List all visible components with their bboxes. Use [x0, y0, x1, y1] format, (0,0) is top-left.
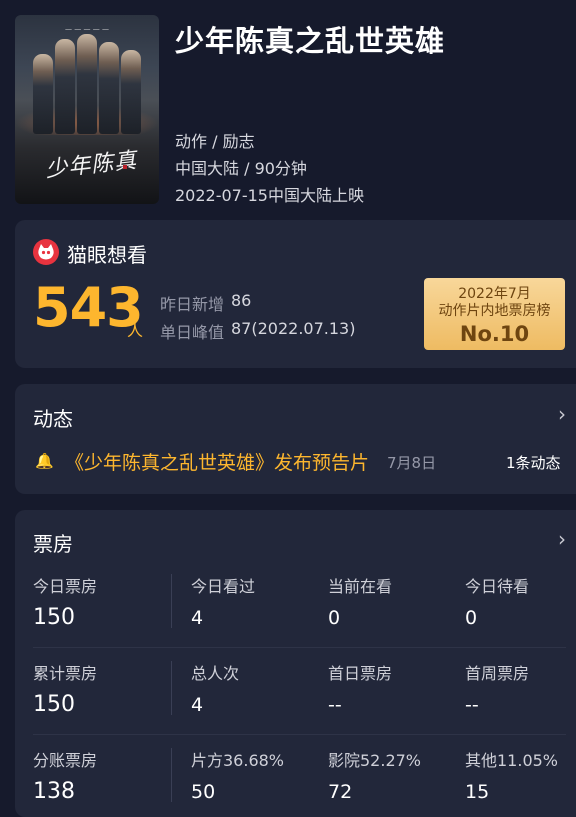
other-share: 其他11.05% 15 — [465, 747, 558, 803]
dynamics-item-date: 7月8日 — [387, 454, 437, 472]
movie-genre: 动作 / 励志 — [175, 132, 255, 151]
currently-watching: 当前在看 0 — [328, 573, 392, 629]
split-boxoffice: 分账票房 138 — [33, 747, 97, 804]
stat-value: 4 — [191, 607, 204, 629]
wish-unit: 人 — [127, 321, 144, 340]
stat-value: 0 — [328, 607, 341, 629]
cinema-share: 影院52.27% 72 — [328, 747, 421, 803]
stat-label: 首周票房 — [465, 664, 530, 683]
dynamics-count[interactable]: 1条动态 — [506, 452, 561, 473]
chevron-right-icon[interactable]: › — [558, 527, 566, 551]
poster-figure — [77, 34, 97, 134]
stat-value: 72 — [328, 781, 353, 803]
today-boxoffice: 今日票房 150 — [33, 573, 97, 630]
total-boxoffice: 累计票房 150 — [33, 660, 97, 717]
yesterday-new-label: 昨日新增 — [160, 295, 225, 314]
movie-release-date: 2022-07-15中国大陆上映 — [175, 186, 364, 205]
poster-seal — [123, 165, 127, 169]
maoyan-cat-icon — [33, 239, 59, 265]
chevron-right-icon[interactable]: › — [558, 402, 566, 426]
poster-tagline-decoration: — — — — — — [65, 25, 109, 33]
stat-value: 0 — [465, 607, 478, 629]
ranking-category: 动作片内地票房榜 — [438, 303, 551, 319]
total-admissions: 总人次 4 — [191, 660, 239, 716]
dynamics-item-text[interactable]: 《少年陈真之乱世英雄》发布预告片 — [65, 448, 369, 475]
poster-figure — [55, 39, 75, 134]
daily-peak-value: 87(2022.07.13) — [231, 319, 356, 338]
movie-region-duration: 中国大陆 / 90分钟 — [175, 159, 307, 178]
first-day-boxoffice: 首日票房 -- — [328, 660, 392, 716]
stat-value: 4 — [191, 694, 204, 716]
poster-figure — [33, 54, 53, 134]
stat-label: 今日票房 — [33, 577, 98, 596]
ranking-badge[interactable]: 2022年7月 动作片内地票房榜 No.10 — [424, 278, 565, 350]
wish-card: 猫眼想看 543 人 昨日新增 86 单日峰值 87(2022.07.13) 2… — [15, 220, 576, 368]
wish-title: 猫眼想看 — [67, 243, 147, 267]
poster-figure — [99, 42, 119, 134]
producer-share: 片方36.68% 50 — [191, 747, 284, 803]
stat-label: 累计票房 — [33, 664, 98, 683]
stat-value: 15 — [465, 781, 490, 803]
stat-label: 当前在看 — [328, 577, 393, 596]
first-week-boxoffice: 首周票房 -- — [465, 660, 529, 716]
stat-label: 首日票房 — [328, 664, 393, 683]
dynamics-title: 动态 — [33, 407, 73, 431]
stat-label: 片方36.68% — [191, 751, 285, 770]
row-divider — [33, 734, 566, 735]
column-divider — [171, 748, 172, 802]
ranking-month: 2022年7月 — [458, 286, 531, 302]
poster-calligraphy-title: 少年陈真 — [44, 148, 139, 183]
stat-value: -- — [465, 694, 479, 716]
yesterday-new-value: 86 — [231, 291, 252, 310]
stat-label: 分账票房 — [33, 751, 98, 770]
stat-value: 50 — [191, 781, 216, 803]
ranking-number: No.10 — [459, 322, 530, 346]
boxoffice-title: 票房 — [33, 532, 73, 556]
stat-value: 150 — [33, 692, 75, 717]
movie-poster[interactable]: — — — — — 少年陈真 — [15, 15, 159, 204]
stat-value: 138 — [33, 779, 75, 804]
row-divider — [33, 647, 566, 648]
column-divider — [171, 574, 172, 628]
today-watched: 今日看过 4 — [191, 573, 255, 629]
stat-label: 其他11.05% — [465, 751, 559, 770]
today-to-watch: 今日待看 0 — [465, 573, 529, 629]
stat-value: -- — [328, 694, 342, 716]
boxoffice-card: 票房 › 今日票房 150 今日看过 4 当前在看 0 今日待看 0 累计票房 … — [15, 510, 576, 817]
poster-figure — [121, 50, 141, 134]
stat-label: 今日待看 — [465, 577, 530, 596]
stat-label: 总人次 — [191, 664, 240, 683]
dynamics-card[interactable]: 动态 › 🔔 《少年陈真之乱世英雄》发布预告片 7月8日 1条动态 — [15, 384, 576, 494]
daily-peak-label: 单日峰值 — [160, 323, 225, 342]
column-divider — [171, 661, 172, 715]
stat-label: 影院52.27% — [328, 751, 422, 770]
movie-title: 少年陈真之乱世英雄 — [175, 24, 446, 58]
stat-label: 今日看过 — [191, 577, 256, 596]
stat-value: 150 — [33, 605, 75, 630]
bell-icon: 🔔 — [35, 452, 54, 470]
